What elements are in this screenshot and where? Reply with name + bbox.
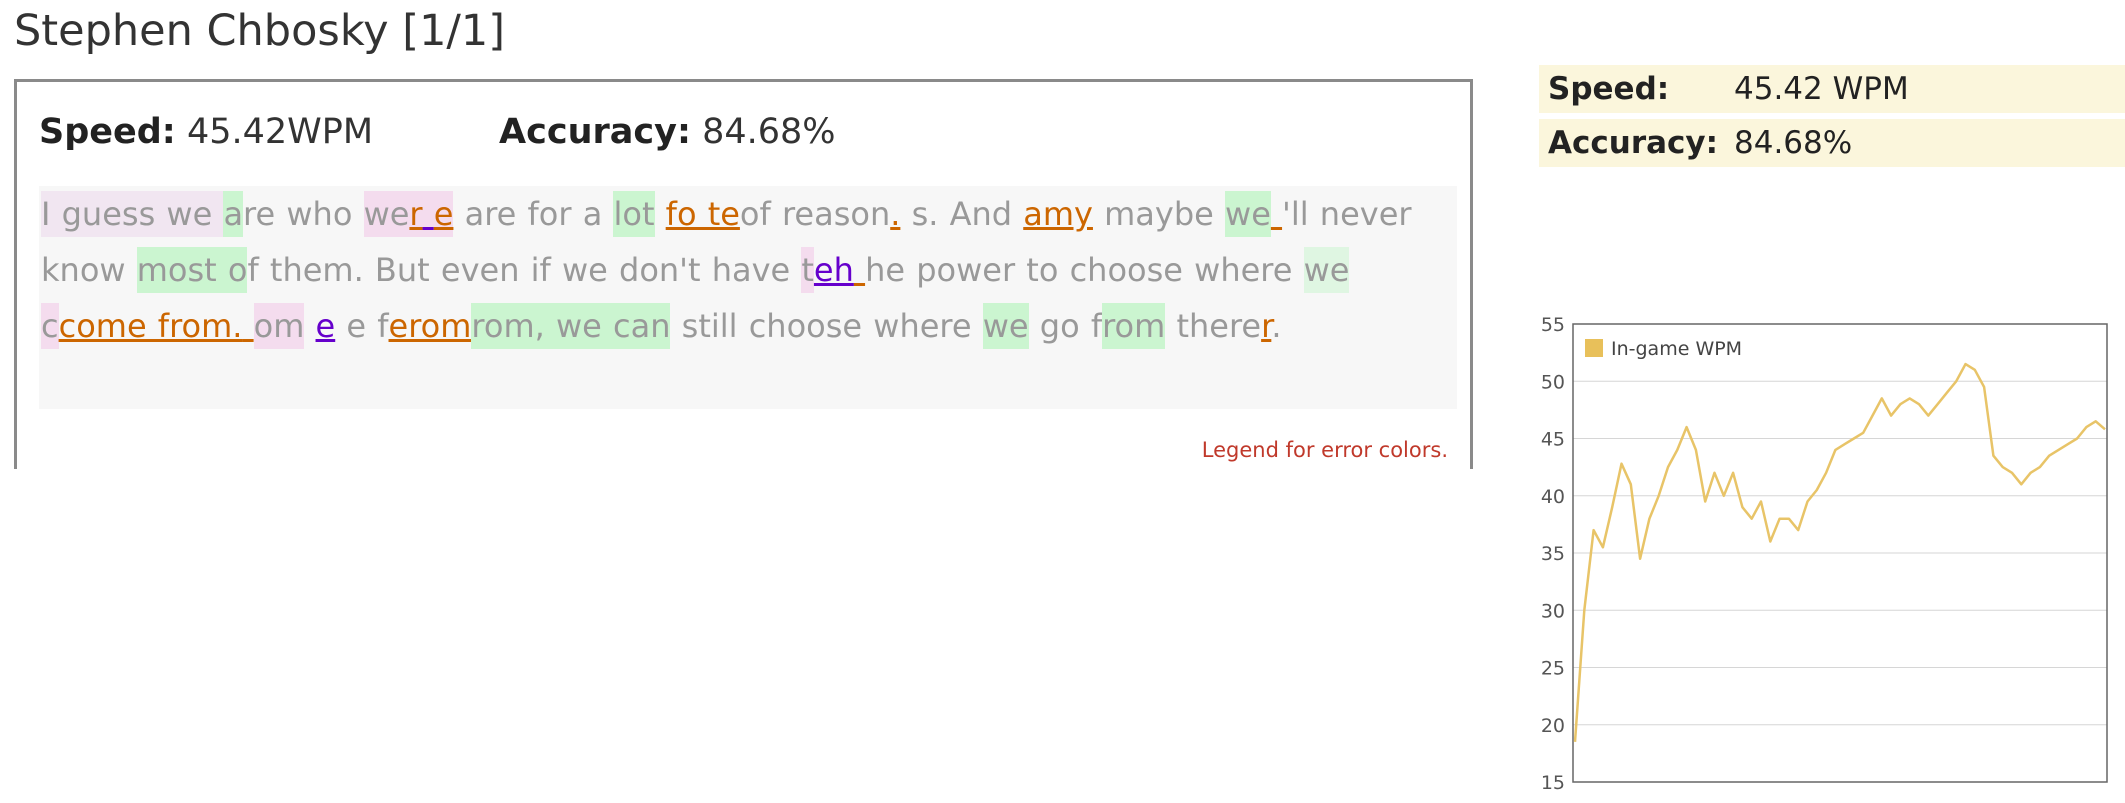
- typed-segment: I guess we: [41, 191, 224, 237]
- y-tick-label: 55: [1541, 314, 1565, 336]
- typed-segment: we: [1303, 247, 1350, 293]
- accuracy-value: 84.68%: [702, 112, 836, 152]
- y-tick-label: 45: [1541, 429, 1565, 451]
- speed-value: 45.42WPM: [186, 112, 374, 152]
- typed-segment: r: [1261, 307, 1272, 345]
- typed-segment: we: [1225, 191, 1271, 237]
- typed-segment: f them. But even if we don't have: [247, 251, 802, 289]
- typed-text-passage: I guess we are who wer e are for a lot f…: [39, 186, 1457, 409]
- typed-segment: rom: [1102, 303, 1166, 349]
- wpm-chart-svg: 55 50 45 40 35 30 25 20 15 In-game WPM: [1541, 314, 2108, 792]
- speed-label: Speed:: [39, 112, 176, 152]
- speed-stat: Speed: 45.42WPM: [39, 112, 373, 152]
- accuracy-stat: Accuracy: 84.68%: [499, 112, 836, 152]
- legend-swatch: [1585, 339, 1603, 357]
- typed-segment: [655, 191, 666, 237]
- summary-speed-row: Speed: 45.42 WPM: [1539, 65, 2125, 113]
- typed-segment: amy: [1023, 195, 1093, 233]
- chart-y-ticks: 55 50 45 40 35 30 25 20 15: [1541, 314, 1565, 792]
- typed-segment: eh: [813, 251, 854, 289]
- typed-segment: e f: [335, 307, 389, 345]
- typed-segment: om: [253, 303, 305, 349]
- y-tick-label: 15: [1541, 772, 1565, 792]
- summary-speed-value: 45.42 WPM: [1734, 71, 1909, 107]
- summary-stats: Speed: 45.42 WPM Accuracy: 84.68%: [1539, 65, 2125, 173]
- typed-segment: maybe: [1092, 195, 1226, 233]
- typed-segment: we: [363, 191, 410, 237]
- typed-segment: [1271, 191, 1282, 237]
- wpm-chart: 55 50 45 40 35 30 25 20 15 In-game WPM: [1535, 312, 2120, 792]
- typed-segment: rom, we: [471, 303, 602, 349]
- typed-segment: e: [315, 307, 336, 345]
- typed-segment: go f: [1028, 307, 1103, 345]
- y-tick-label: 25: [1541, 658, 1565, 680]
- typed-segment: still choose where: [670, 307, 983, 345]
- typed-segment: [854, 247, 865, 293]
- summary-accuracy-value: 84.68%: [1734, 125, 1853, 161]
- summary-speed-label: Speed:: [1548, 71, 1670, 107]
- typed-segment: t: [801, 247, 814, 293]
- typed-segment: of reason: [739, 195, 891, 233]
- typed-segment: [242, 303, 253, 349]
- typed-segment: there: [1165, 307, 1262, 345]
- typed-segment: r: [409, 191, 423, 237]
- y-tick-label: 20: [1541, 715, 1565, 737]
- summary-accuracy-row: Accuracy: 84.68%: [1539, 119, 2125, 167]
- typed-segment: c: [41, 303, 59, 349]
- chart-legend: In-game WPM: [1585, 338, 1742, 360]
- legend-label: In-game WPM: [1611, 338, 1742, 360]
- typed-segment: are for a: [453, 195, 614, 233]
- page-title: Stephen Chbosky [1/1]: [14, 6, 506, 56]
- typed-segment: lot: [613, 191, 655, 237]
- typed-segment: most o: [136, 247, 248, 293]
- y-tick-label: 30: [1541, 600, 1565, 622]
- typed-segment: he power to choose where: [865, 251, 1304, 289]
- result-panel: Speed: 45.42WPM Accuracy: 84.68% I guess…: [14, 79, 1473, 469]
- typed-segment: e: [433, 191, 454, 237]
- accuracy-label: Accuracy:: [499, 112, 691, 152]
- typed-segment: s. And: [900, 195, 1024, 233]
- y-tick-label: 35: [1541, 543, 1565, 565]
- typed-segment: erom: [388, 307, 472, 345]
- error-color-legend-link[interactable]: Legend for error colors.: [1202, 438, 1448, 462]
- y-tick-label: 40: [1541, 486, 1565, 508]
- typed-segment: [422, 191, 434, 237]
- chart-gridlines: [1573, 323, 2107, 783]
- typed-segment: can: [601, 303, 671, 349]
- typed-segment: .: [890, 195, 901, 233]
- typed-segment: re who: [243, 195, 364, 233]
- y-tick-label: 50: [1541, 371, 1565, 393]
- typed-segment: we: [982, 303, 1029, 349]
- summary-accuracy-label: Accuracy:: [1548, 125, 1719, 161]
- stats-row: Speed: 45.42WPM Accuracy: 84.68%: [39, 112, 836, 152]
- typed-segment: fo te: [665, 195, 740, 233]
- typed-segment: a: [223, 191, 244, 237]
- typed-segment: come from.: [58, 307, 243, 345]
- typed-segment: .: [1271, 307, 1282, 345]
- typed-segment: [304, 303, 315, 349]
